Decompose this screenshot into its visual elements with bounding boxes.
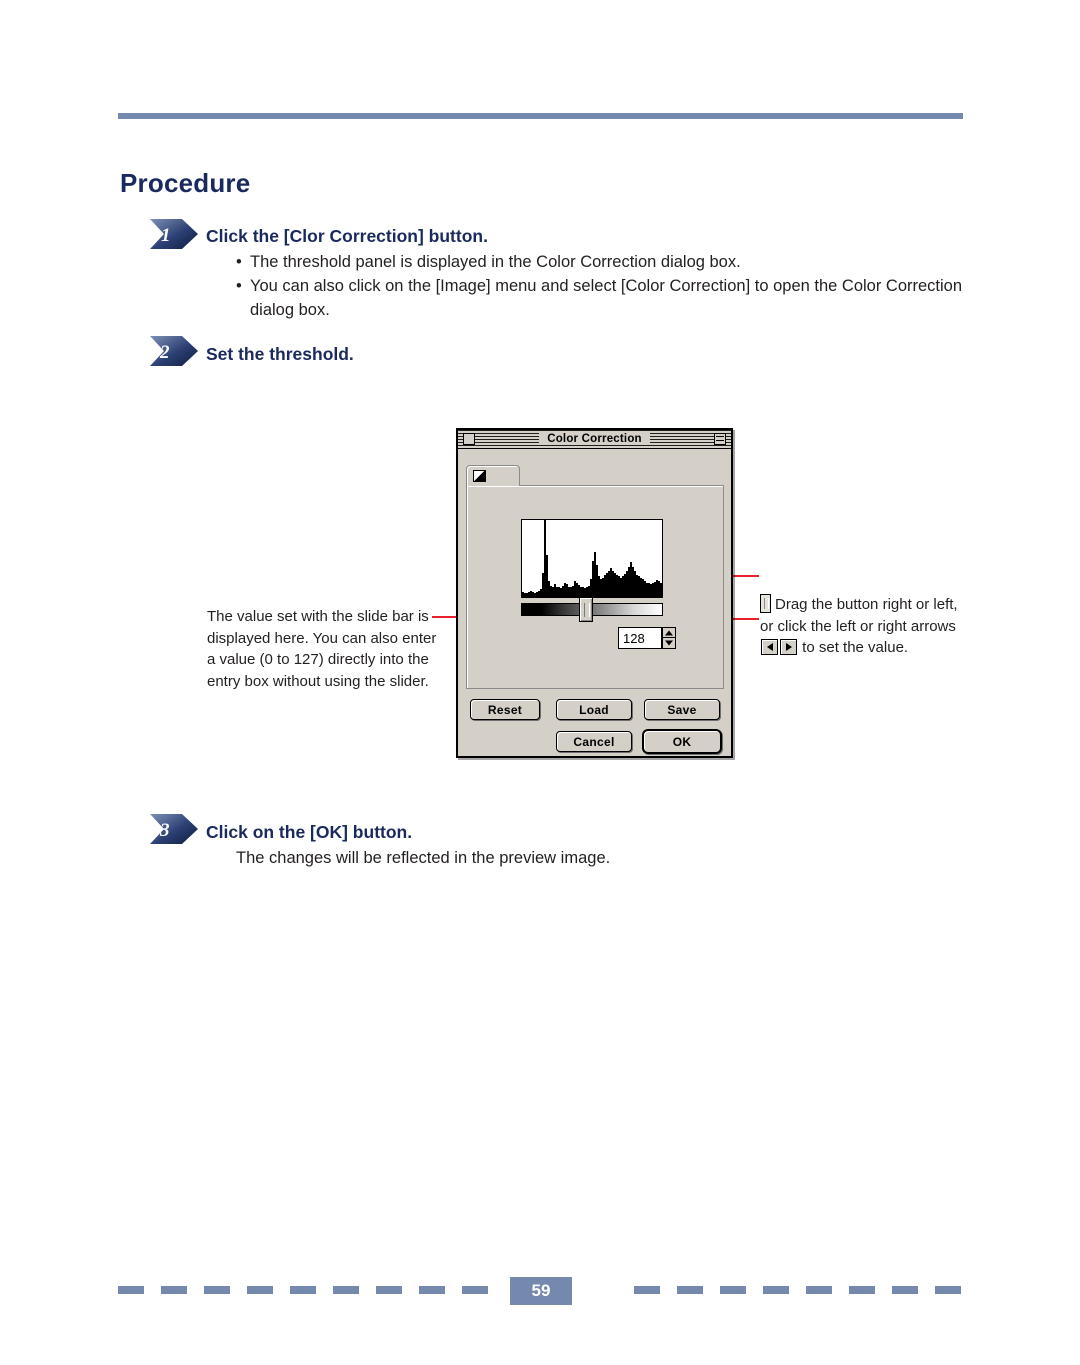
histogram-bar xyxy=(660,582,662,597)
footer-dash xyxy=(419,1286,445,1294)
footer-dash xyxy=(333,1286,359,1294)
annotation-right-text-1: Drag the button right or left, or click … xyxy=(760,596,958,635)
footer-dash xyxy=(634,1286,660,1294)
footer-dash xyxy=(376,1286,402,1294)
tab-threshold[interactable] xyxy=(466,465,520,486)
header-rule xyxy=(118,113,963,119)
threshold-icon xyxy=(473,470,486,482)
step-3-body: The changes will be reflected in the pre… xyxy=(236,849,611,867)
dialog-title: Color Correction xyxy=(539,433,650,445)
annotation-right-text-2: to set the value. xyxy=(802,639,909,656)
zoom-box-icon[interactable] xyxy=(714,433,726,445)
threshold-slider-thumb[interactable] xyxy=(578,597,593,622)
threshold-value-input[interactable]: 128 xyxy=(618,627,662,649)
footer-dash xyxy=(677,1286,703,1294)
footer-dash xyxy=(247,1286,273,1294)
footer-dash xyxy=(849,1286,875,1294)
arrow-right-icon[interactable] xyxy=(780,639,797,655)
footer-dash xyxy=(763,1286,789,1294)
annotation-right: Drag the button right or left, or click … xyxy=(760,594,972,659)
stepper-up-button[interactable] xyxy=(663,628,675,638)
cancel-button[interactable]: Cancel xyxy=(556,731,632,752)
footer-dash xyxy=(290,1286,316,1294)
svg-text:1: 1 xyxy=(161,225,171,246)
arrow-left-icon[interactable] xyxy=(761,639,778,655)
step-2-title: Set the threshold. xyxy=(206,344,354,364)
footer-dash xyxy=(720,1286,746,1294)
footer-dash xyxy=(204,1286,230,1294)
footer-dash xyxy=(935,1286,961,1294)
save-button[interactable]: Save xyxy=(644,699,720,720)
step-3-title: Click on the [OK] button. xyxy=(206,822,413,842)
reset-button[interactable]: Reset xyxy=(470,699,540,720)
svg-text:3: 3 xyxy=(159,820,170,841)
step-1-bullet-2: You can also click on the [Image] menu a… xyxy=(236,274,966,322)
dialog-titlebar[interactable]: Color Correction xyxy=(458,430,731,449)
leader-line-left xyxy=(432,616,458,618)
histogram-bars xyxy=(522,520,662,597)
footer-dash xyxy=(806,1286,832,1294)
page-number: 59 xyxy=(510,1277,572,1305)
threshold-stepper[interactable] xyxy=(662,627,676,649)
svg-text:2: 2 xyxy=(159,342,170,363)
stepper-down-button[interactable] xyxy=(663,638,675,648)
step-badge-1: 1 xyxy=(148,217,200,251)
footer-dash xyxy=(892,1286,918,1294)
annotation-left: The value set with the slide bar is disp… xyxy=(207,608,437,690)
footer-dash xyxy=(161,1286,187,1294)
step-1-title: Click the [Clor Correction] button. xyxy=(206,226,488,246)
step-badge-3: 3 xyxy=(148,812,200,846)
color-correction-dialog[interactable]: Color Correction 128 Reset Load Save Can… xyxy=(456,428,733,758)
dialog-body: 128 Reset Load Save Cancel OK xyxy=(458,449,731,755)
close-box-icon[interactable] xyxy=(463,433,475,445)
step-1-bullet-1: The threshold panel is displayed in the … xyxy=(236,250,966,274)
step-badge-2: 2 xyxy=(148,334,200,368)
footer-dash xyxy=(462,1286,488,1294)
footer-dash xyxy=(118,1286,144,1294)
ok-button[interactable]: OK xyxy=(642,729,722,754)
step-1-body: The threshold panel is displayed in the … xyxy=(236,250,966,322)
page-title: Procedure xyxy=(120,168,251,198)
slider-thumb-icon xyxy=(760,594,771,613)
histogram xyxy=(521,519,663,598)
load-button[interactable]: Load xyxy=(556,699,632,720)
